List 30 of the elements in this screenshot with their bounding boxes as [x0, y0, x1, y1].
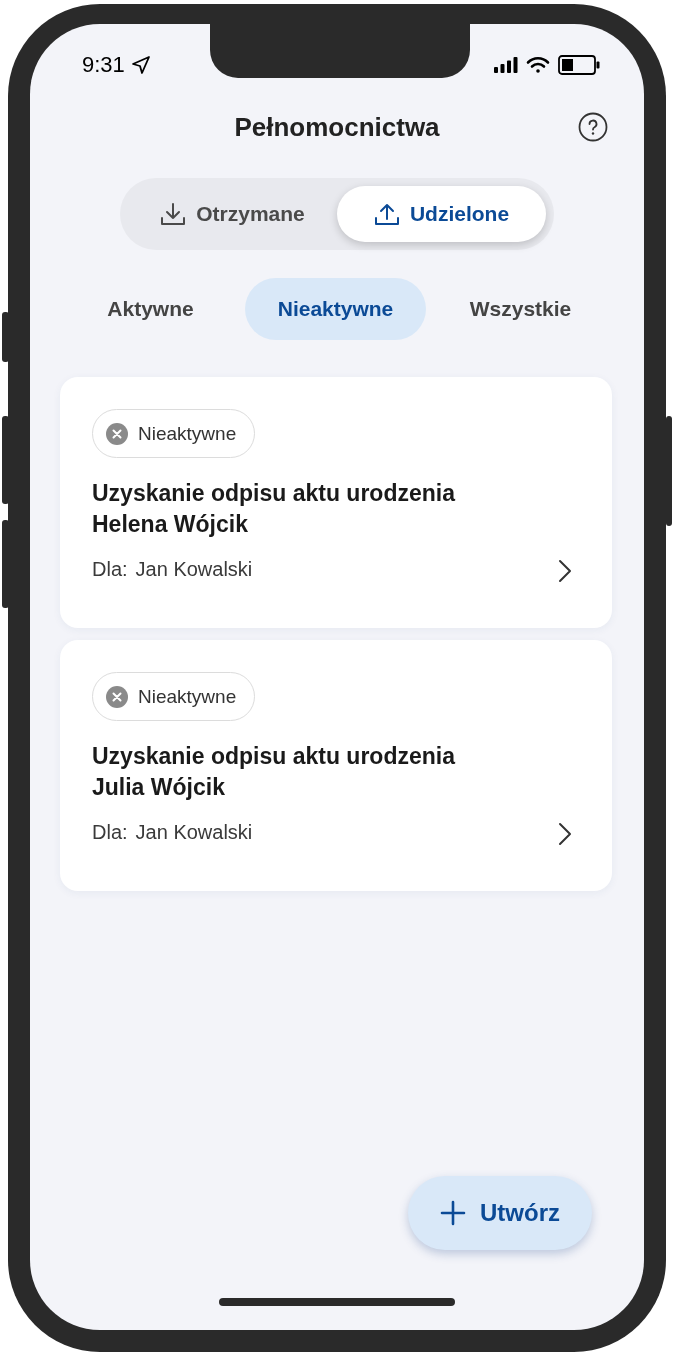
- location-arrow-icon: [130, 55, 151, 75]
- authorization-card[interactable]: Nieaktywne Uzyskanie odpisu aktu urodzenia Helena Wójcik Dla: Jan Kowalski: [60, 377, 612, 628]
- status-label: Nieaktywne: [138, 422, 237, 445]
- recipient-label: Dla:: [92, 558, 128, 581]
- authorization-card[interactable]: Nieaktywne Uzyskanie odpisu aktu urodzenia Julia Wójcik Dla: Jan Kowalski: [60, 640, 612, 891]
- help-icon[interactable]: [578, 112, 608, 142]
- segment-tab[interactable]: Udzielone: [337, 186, 546, 242]
- wifi-icon: [526, 56, 550, 74]
- create-button[interactable]: Utwórz: [408, 1176, 592, 1250]
- filter-tab[interactable]: Wszystkie: [430, 278, 611, 340]
- chevron-right-icon: [558, 559, 572, 583]
- upload-icon: [373, 201, 400, 227]
- segment-tab[interactable]: Otrzymane: [128, 186, 337, 242]
- filter-tab[interactable]: Nieaktywne: [245, 278, 426, 340]
- battery-icon: [558, 55, 600, 75]
- status-time: 9:31: [82, 54, 125, 76]
- card-title: Uzyskanie odpisu aktu urodzenia Helena Wójcik: [92, 479, 457, 539]
- download-icon: [160, 201, 187, 227]
- status-label: Nieaktywne: [138, 685, 237, 708]
- cross-circle-icon: [106, 422, 128, 445]
- chevron-right-icon: [558, 822, 572, 846]
- recipient-label: Dla:: [92, 821, 128, 844]
- recipient-name: Jan Kowalski: [135, 821, 253, 844]
- screen-title: Pełnomocnictwa: [234, 111, 440, 143]
- recipient-name: Jan Kowalski: [135, 558, 253, 581]
- plus-icon: [440, 1200, 466, 1226]
- signal-icon: [494, 57, 518, 73]
- card-title: Uzyskanie odpisu aktu urodzenia Julia Wójcik: [92, 742, 457, 802]
- filter-tab[interactable]: Aktywne: [60, 278, 241, 340]
- cross-circle-icon: [106, 685, 128, 708]
